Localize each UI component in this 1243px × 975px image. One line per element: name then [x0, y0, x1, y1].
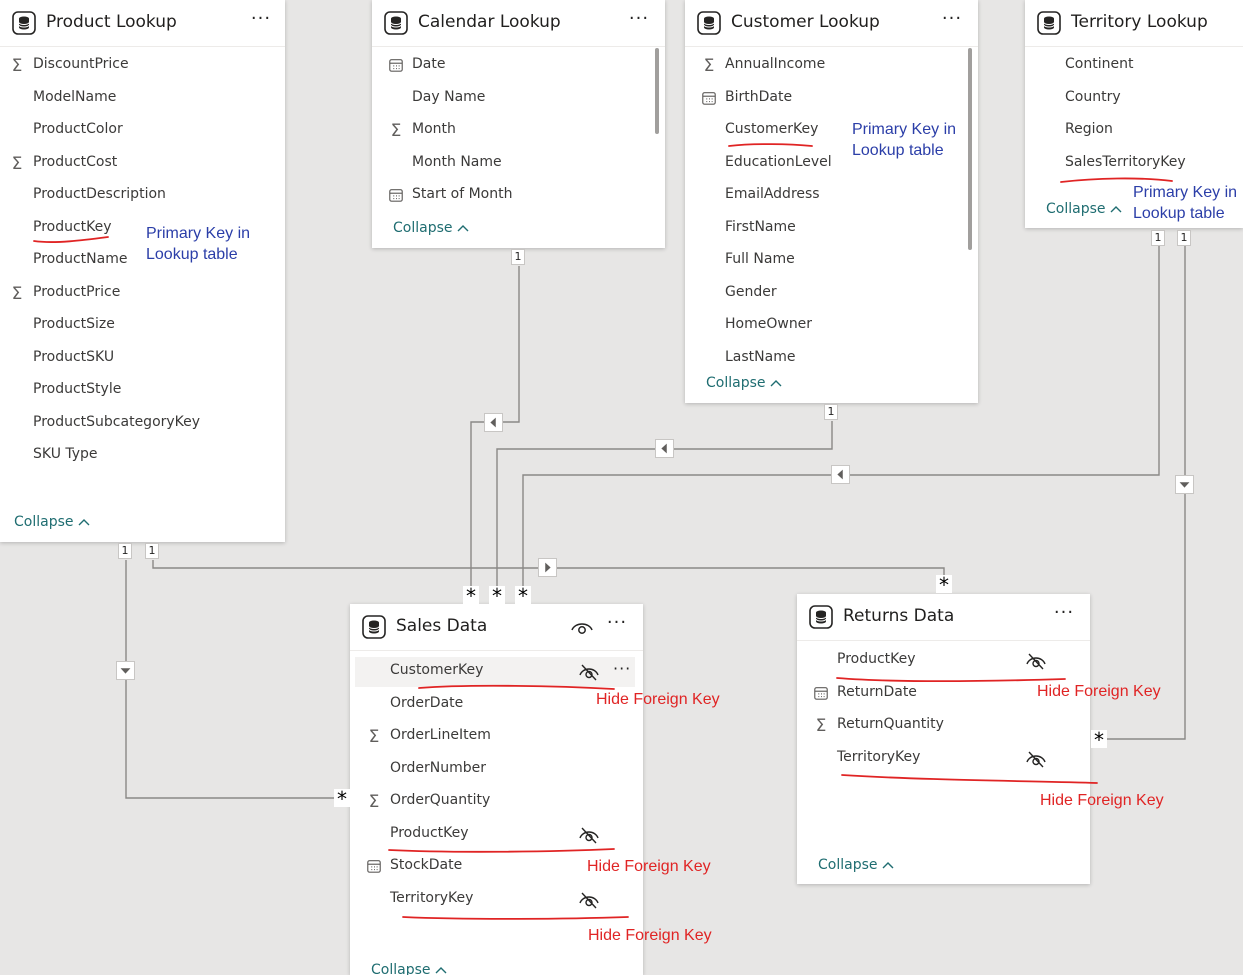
primary-key-note: Primary Key in Lookup table	[146, 223, 250, 265]
primary-key-note: Primary Key in Lookup table	[1133, 182, 1237, 224]
note-text: Primary Key in Lookup table	[146, 225, 251, 263]
annotation-underlines	[33, 143, 1173, 920]
hide-foreign-key-note: Hide Foreign Key	[596, 691, 720, 708]
hide-foreign-key-note: Hide Foreign Key	[588, 927, 712, 944]
hide-foreign-key-note: Hide Foreign Key	[1037, 683, 1161, 700]
hide-foreign-key-note: Hide Foreign Key	[1040, 792, 1164, 809]
hide-foreign-key-note: Hide Foreign Key	[587, 858, 711, 875]
note-text: Primary Key in Lookup table	[852, 121, 957, 159]
note-text: Primary Key in Lookup table	[1133, 184, 1238, 222]
primary-key-note: Primary Key in Lookup table	[852, 119, 956, 161]
